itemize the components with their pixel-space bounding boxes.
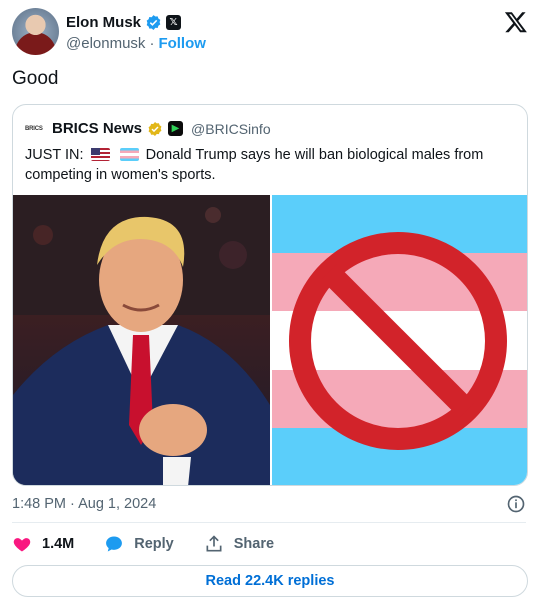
like-count: 1.4M xyxy=(42,536,75,552)
tweet-timestamp[interactable]: 1:48 PM · Aug 1, 2024 xyxy=(12,496,156,512)
author-name[interactable]: Elon Musk xyxy=(66,14,141,31)
reply-button[interactable]: Reply xyxy=(104,534,174,554)
quote-header: BRICS BRICS News ▶ @BRICSinfo xyxy=(25,120,271,137)
author-handle[interactable]: @elonmusk xyxy=(66,35,145,52)
avatar[interactable] xyxy=(12,8,59,55)
x-affiliate-icon: 𝕏 xyxy=(166,14,182,30)
gold-verified-icon xyxy=(148,121,162,136)
like-button[interactable]: 1.4M xyxy=(12,534,74,554)
affiliate-badge-icon: ▶ xyxy=(168,121,184,136)
x-logo-icon[interactable] xyxy=(504,10,528,34)
tweet-text: Good xyxy=(12,68,59,89)
action-bar: 1.4M Reply Share xyxy=(12,534,304,554)
transgender-flag-icon xyxy=(119,148,139,161)
divider xyxy=(12,522,526,523)
quote-author-handle: @BRICSinfo xyxy=(191,120,271,137)
author-block: Elon Musk 𝕏 @elonmusk · Follow xyxy=(66,12,206,53)
reply-label: Reply xyxy=(134,536,174,552)
prohibited-sign-graphic xyxy=(272,195,527,485)
share-label: Share xyxy=(233,536,275,552)
quote-author-name: BRICS News xyxy=(52,120,143,137)
quote-media[interactable] xyxy=(13,195,527,485)
read-replies-button[interactable]: Read 22.4K replies xyxy=(12,565,528,597)
portrait-illustration xyxy=(13,195,270,485)
us-flag-icon xyxy=(90,148,110,161)
follow-button[interactable]: Follow xyxy=(158,35,206,52)
verified-icon xyxy=(146,14,161,30)
share-button[interactable]: Share xyxy=(204,534,274,554)
quote-text-prefix: JUST IN: xyxy=(25,147,84,163)
tweet-header: Elon Musk 𝕏 @elonmusk · Follow xyxy=(12,8,528,58)
heart-icon xyxy=(13,538,31,552)
reply-bubble-icon xyxy=(106,536,123,552)
handle-separator: · xyxy=(149,35,155,52)
info-icon[interactable] xyxy=(506,494,526,514)
transgender-flag-prohibited-image[interactable] xyxy=(272,195,527,485)
quote-text: JUST IN: Donald Trump says he will ban b… xyxy=(25,145,515,185)
trump-photo[interactable] xyxy=(13,195,270,485)
quoted-tweet[interactable]: BRICS BRICS News ▶ @BRICSinfo JUST IN: D… xyxy=(12,104,528,486)
share-icon xyxy=(206,535,222,552)
brics-logo: BRICS xyxy=(25,125,43,132)
